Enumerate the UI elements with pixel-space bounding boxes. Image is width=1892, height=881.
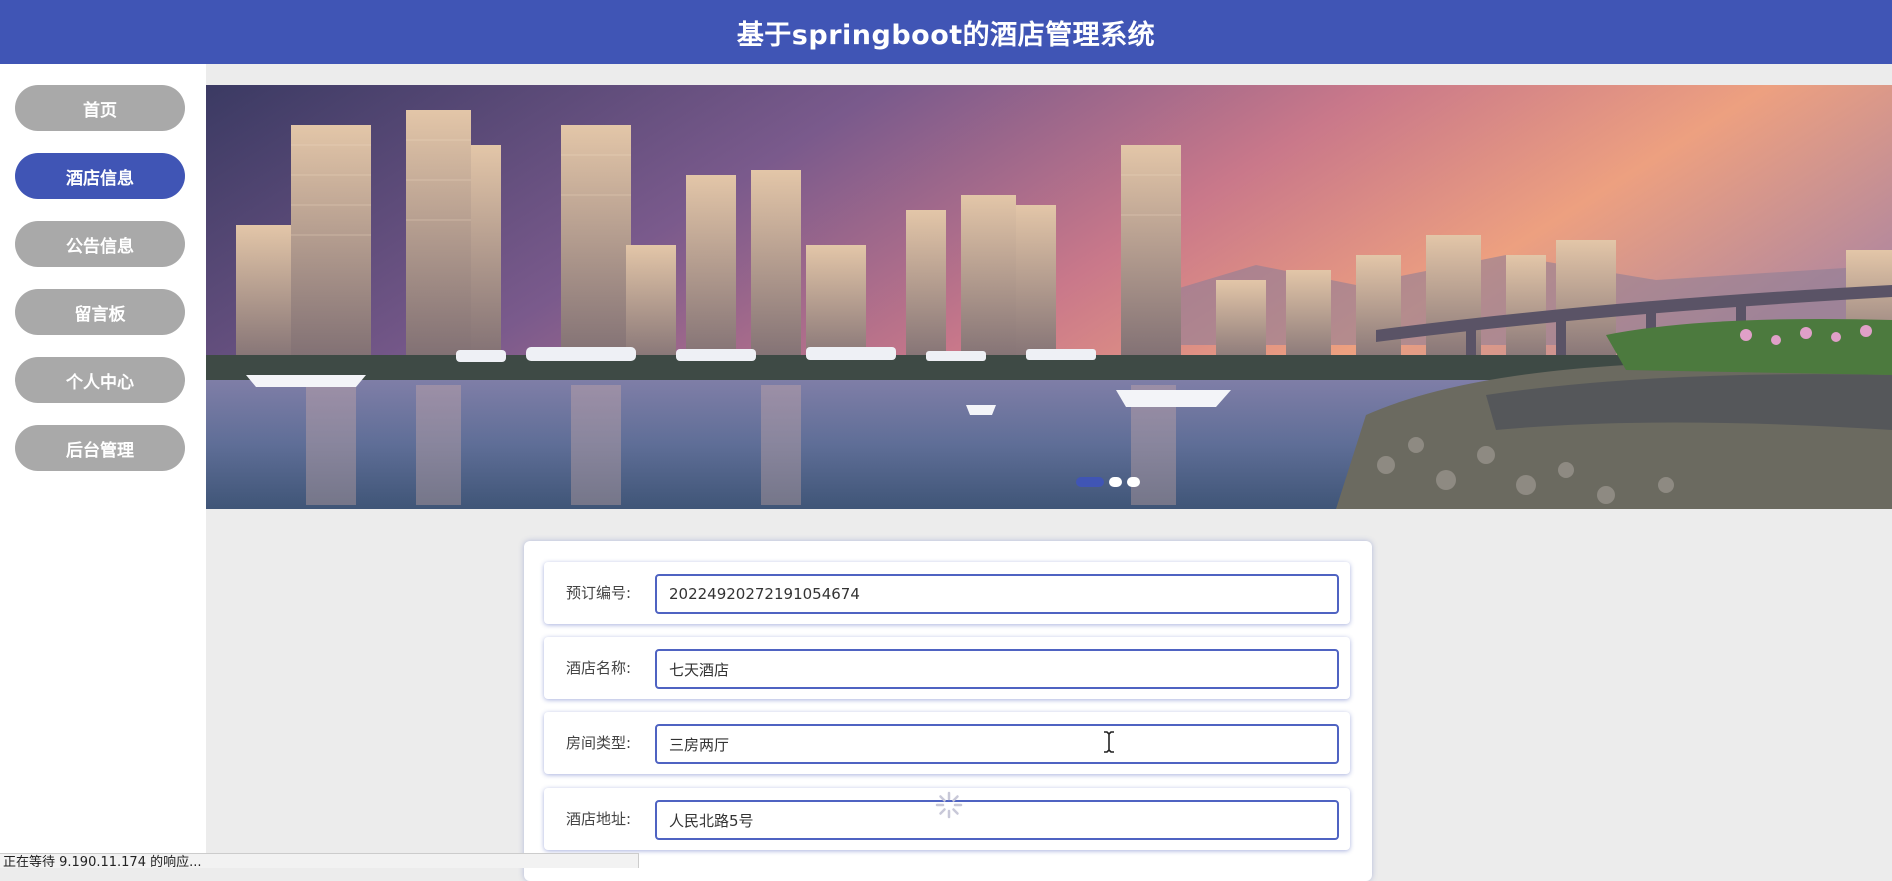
app-header: 基于springboot的酒店管理系统 <box>0 0 1892 64</box>
sidebar-item-label: 留言板 <box>74 304 126 325</box>
booking-number-field[interactable] <box>655 574 1339 614</box>
hotel-address-label: 酒店地址: <box>566 810 632 828</box>
hotel-name-field[interactable] <box>655 649 1339 689</box>
sidebar-item-label: 首页 <box>83 100 117 121</box>
text-cursor-icon <box>1104 731 1114 753</box>
hotel-address-field[interactable] <box>655 800 1339 840</box>
carousel-dot-1[interactable] <box>1076 477 1104 487</box>
booking-number-label: 预订编号: <box>566 584 632 602</box>
carousel-dot-2[interactable] <box>1109 477 1122 487</box>
sidebar-item-personal-center[interactable]: 个人中心 <box>15 357 185 403</box>
loading-spinner-icon <box>935 791 963 819</box>
form-row-room-type: 房间类型: <box>544 712 1350 774</box>
city-waterfront-image <box>206 85 1892 509</box>
sidebar-item-label: 酒店信息 <box>66 168 134 189</box>
sidebar-item-admin[interactable]: 后台管理 <box>15 425 185 471</box>
booking-form: 预订编号: 酒店名称: 房间类型: 酒店地址: <box>524 541 1372 881</box>
sidebar-item-label: 后台管理 <box>66 440 134 461</box>
sidebar-item-home[interactable]: 首页 <box>15 85 185 131</box>
carousel-indicators <box>1076 477 1140 487</box>
sidebar-nav: 首页 酒店信息 公告信息 留言板 个人中心 后台管理 <box>0 64 206 865</box>
form-row-booking-number: 预订编号: <box>544 562 1350 624</box>
room-type-label: 房间类型: <box>566 734 632 752</box>
hotel-name-label: 酒店名称: <box>566 659 632 677</box>
form-row-hotel-name: 酒店名称: <box>544 637 1350 699</box>
sidebar-item-label: 公告信息 <box>66 236 134 257</box>
browser-status-bar: 正在等待 9.190.11.174 的响应... <box>0 853 639 868</box>
sidebar-item-label: 个人中心 <box>66 372 134 393</box>
carousel-dot-3[interactable] <box>1127 477 1140 487</box>
page-title: 基于springboot的酒店管理系统 <box>736 19 1156 51</box>
room-type-field[interactable] <box>655 724 1339 764</box>
banner-carousel[interactable] <box>206 85 1892 509</box>
sidebar-item-hotel-info[interactable]: 酒店信息 <box>15 153 185 199</box>
sidebar-item-announcements[interactable]: 公告信息 <box>15 221 185 267</box>
status-text: 正在等待 9.190.11.174 的响应... <box>3 855 202 868</box>
sidebar-item-message-board[interactable]: 留言板 <box>15 289 185 335</box>
